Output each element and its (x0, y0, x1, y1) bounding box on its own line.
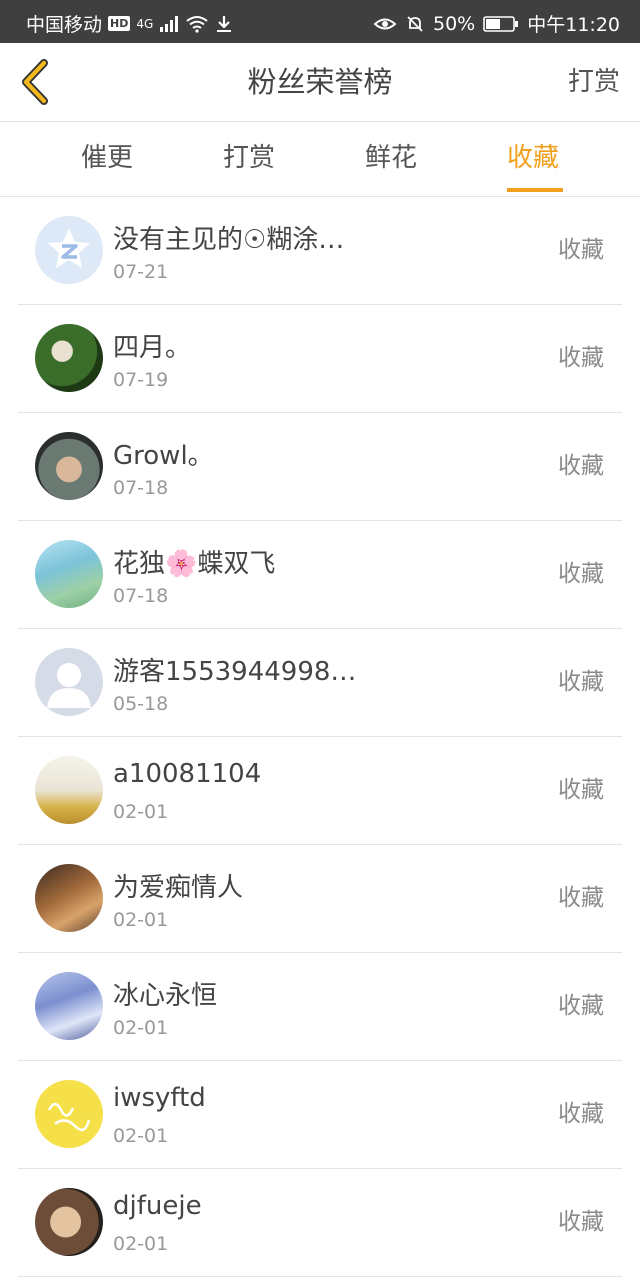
user-name: 冰心永恒 (113, 981, 218, 1011)
user-name: 为爱痴情人 (113, 873, 244, 903)
list-item[interactable]: djfueje 02-01 收藏 (18, 1169, 622, 1277)
list-item[interactable]: Growl。 07-18 收藏 (18, 413, 622, 521)
tab-urge[interactable]: 催更 (47, 122, 167, 196)
user-name: 没有主见的☉糊涂… (113, 225, 345, 255)
tab-reward[interactable]: 打赏 (189, 122, 309, 196)
status-left: 中国移动 HD 4G (26, 10, 233, 37)
bell-muted-icon (407, 15, 423, 32)
status-bar: 中国移动 HD 4G 50% 中午11:20 (0, 0, 640, 43)
action-type: 收藏 (558, 993, 604, 1019)
action-date: 02-01 (113, 1017, 169, 1039)
action-type: 收藏 (558, 237, 604, 263)
list-item[interactable]: iwsyftd 02-01 收藏 (18, 1061, 622, 1169)
battery-icon (483, 15, 519, 32)
action-date: 07-19 (113, 369, 169, 391)
action-type: 收藏 (558, 1101, 604, 1127)
action-date: 02-01 (113, 1233, 169, 1255)
action-type: 收藏 (558, 453, 604, 479)
chevron-left-icon (22, 59, 48, 105)
tab-label: 打赏 (222, 143, 275, 173)
action-type: 收藏 (558, 1209, 604, 1235)
hd-badge: HD (108, 16, 131, 31)
network-label: 4G (136, 16, 154, 31)
action-date: 07-18 (113, 585, 169, 607)
time-label: 中午11:20 (527, 14, 620, 36)
tab-flowers[interactable]: 鲜花 (331, 122, 451, 196)
user-name: Growl。 (113, 441, 214, 471)
avatar (35, 756, 103, 824)
qq-default-avatar-icon (48, 228, 90, 268)
signal-icon (160, 15, 179, 32)
list-item[interactable]: 四月。 07-19 收藏 (18, 305, 622, 413)
avatar (35, 540, 103, 608)
list-item[interactable]: 花独🌸蝶双飞 07-18 收藏 (18, 521, 622, 629)
wifi-icon (186, 15, 208, 33)
tab-bar: 催更 打赏 鲜花 收藏 (0, 122, 640, 197)
tab-label: 催更 (80, 143, 133, 173)
avatar (35, 1080, 103, 1148)
list-item[interactable]: 冰心永恒 02-01 收藏 (18, 953, 622, 1061)
action-type: 收藏 (558, 777, 604, 803)
tab-favorites[interactable]: 收藏 (473, 122, 593, 196)
action-type: 收藏 (558, 561, 604, 587)
page-title: 粉丝荣誉榜 (247, 65, 393, 99)
status-right: 50% 中午11:20 (373, 10, 620, 37)
avatar (35, 1188, 103, 1256)
action-date: 05-18 (113, 693, 169, 715)
user-name: djfueje (113, 1191, 202, 1221)
fan-list: 没有主见的☉糊涂… 07-21 收藏 四月。 07-19 收藏 Growl。 0… (18, 197, 622, 1277)
avatar (35, 324, 103, 392)
user-name: 花独🌸蝶双飞 (113, 549, 276, 579)
user-name: iwsyftd (113, 1083, 206, 1113)
user-name: 游客1553944998… (113, 657, 357, 687)
avatar (35, 216, 103, 284)
list-item[interactable]: a10081104 02-01 收藏 (18, 737, 622, 845)
action-date: 07-21 (113, 261, 169, 283)
active-tab-underline (507, 188, 563, 192)
back-button[interactable] (16, 57, 56, 107)
action-type: 收藏 (558, 885, 604, 911)
avatar (35, 864, 103, 932)
tab-label: 收藏 (506, 143, 559, 173)
action-date: 07-18 (113, 477, 169, 499)
action-date: 02-01 (113, 1125, 169, 1147)
eye-icon (373, 18, 397, 29)
avatar (35, 432, 103, 500)
action-type: 收藏 (558, 345, 604, 371)
action-type: 收藏 (558, 669, 604, 695)
action-date: 02-01 (113, 909, 169, 931)
list-item[interactable]: 没有主见的☉糊涂… 07-21 收藏 (18, 197, 622, 305)
handwriting-avatar-icon (47, 1102, 91, 1132)
avatar (35, 972, 103, 1040)
app-header: 粉丝荣誉榜 打赏 (0, 43, 640, 122)
battery-percent: 50% (433, 12, 476, 35)
user-name: a10081104 (113, 759, 262, 789)
avatar (35, 648, 103, 716)
download-icon (217, 15, 232, 32)
tab-label: 鲜花 (364, 143, 417, 173)
carrier-label: 中国移动 (26, 14, 103, 36)
reward-button[interactable]: 打赏 (568, 43, 620, 121)
action-date: 02-01 (113, 801, 169, 823)
list-item[interactable]: 为爱痴情人 02-01 收藏 (18, 845, 622, 953)
list-item[interactable]: 游客1553944998… 05-18 收藏 (18, 629, 622, 737)
user-name: 四月。 (113, 333, 192, 363)
default-person-icon (47, 663, 91, 708)
